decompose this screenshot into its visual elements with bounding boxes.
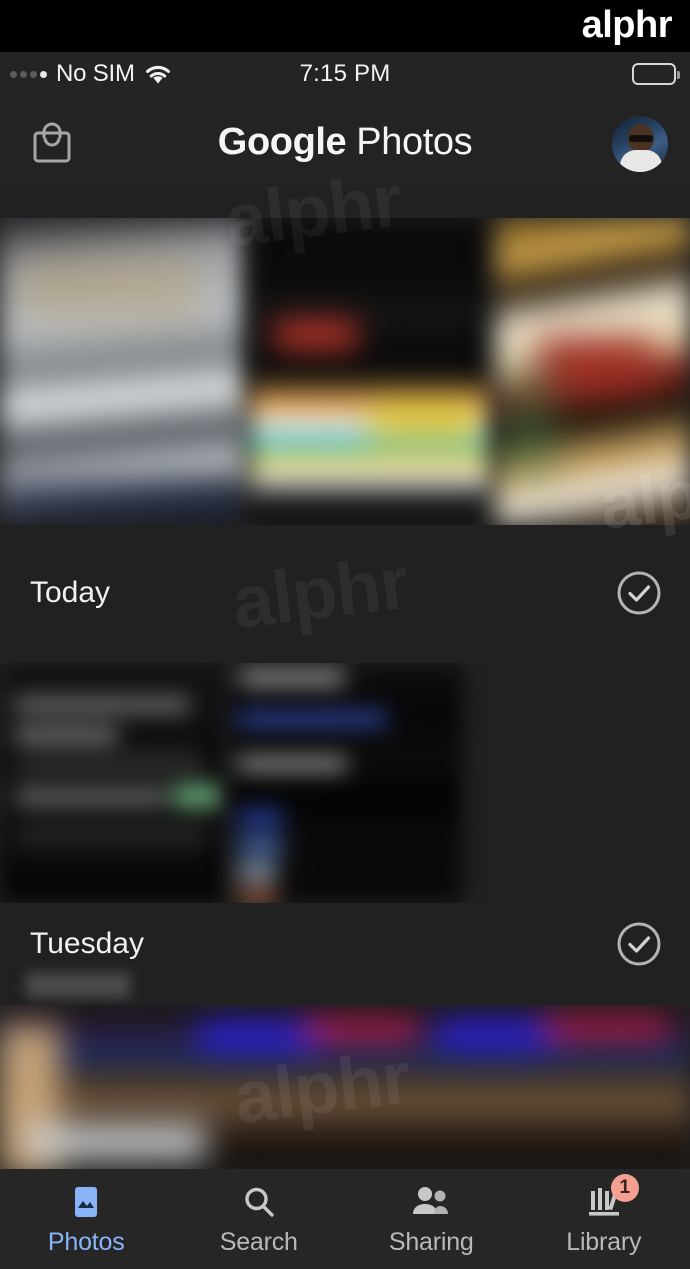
nav-item-search[interactable]: Search (173, 1169, 346, 1269)
app-header: Google Photos (0, 96, 690, 190)
sharing-icon (409, 1182, 453, 1222)
search-icon (239, 1182, 279, 1222)
photo-strip-top[interactable] (0, 218, 690, 525)
nav-label: Sharing (388, 1227, 474, 1256)
battery-icon (632, 63, 680, 85)
status-bar: No SIM 7:15 PM (0, 52, 690, 96)
photo-feed[interactable]: Today Tuesday (0, 190, 690, 1169)
photo-thumbnail[interactable] (229, 663, 463, 903)
nav-label: Photos (47, 1227, 125, 1256)
section-title: Today (30, 576, 111, 609)
section-header-today: Today (0, 555, 690, 631)
nav-label: Search (219, 1227, 298, 1256)
alphr-logo: alphr (581, 4, 673, 46)
photo-thumbnail[interactable] (250, 218, 492, 525)
photo-thumbnail[interactable] (0, 218, 246, 525)
photo-row-today[interactable] (0, 663, 690, 903)
nav-item-library[interactable]: 1 Library (518, 1169, 690, 1269)
status-bar-right (632, 52, 680, 96)
section-subtitle-redacted (26, 972, 130, 998)
check-circle-icon[interactable] (616, 570, 662, 616)
badge-count: 1 (610, 1173, 639, 1202)
phone-screen: alphr No SIM 7:15 PM Google Photos Today… (0, 0, 690, 1269)
photo-row-tuesday[interactable] (0, 1005, 690, 1169)
avatar[interactable] (612, 116, 668, 172)
alphr-banner: alphr (0, 0, 690, 52)
photos-icon (66, 1182, 106, 1222)
page-title: Google Photos (0, 118, 690, 166)
check-circle-icon[interactable] (616, 921, 662, 967)
nav-item-sharing[interactable]: Sharing (345, 1169, 518, 1269)
nav-item-photos[interactable]: Photos (0, 1169, 173, 1269)
photo-thumbnail[interactable] (0, 663, 226, 903)
nav-label: Library (566, 1227, 642, 1256)
section-header-tuesday: Tuesday (0, 906, 690, 982)
photo-thumbnail[interactable] (496, 218, 690, 525)
clock-label: 7:15 PM (299, 60, 391, 87)
section-title: Tuesday (30, 927, 144, 960)
title-google: Google (217, 120, 347, 163)
title-photos: Photos (356, 120, 473, 163)
photo-thumbnail[interactable] (0, 1005, 690, 1169)
library-icon: 1 (583, 1173, 639, 1222)
bottom-navigation: Photos Search Sharing 1 Library (0, 1169, 690, 1269)
